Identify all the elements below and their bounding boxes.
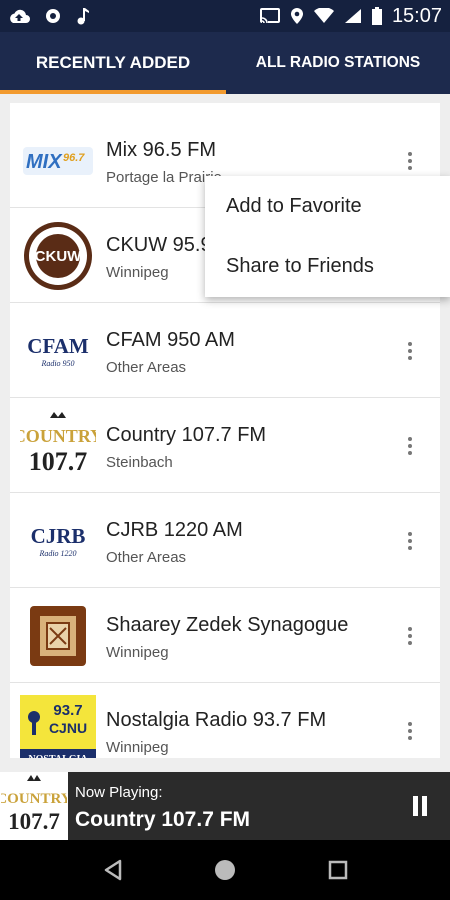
system-nav-bar xyxy=(0,840,450,900)
battery-icon xyxy=(371,7,382,25)
recents-icon[interactable] xyxy=(326,858,350,882)
station-row-cjrb[interactable]: CJRB Radio 1220 CJRB 1220 AM Other Areas xyxy=(10,493,440,588)
mix-967-logo: MIX 96.7 xyxy=(20,125,96,197)
cfam-logo: CFAM Radio 950 xyxy=(20,315,96,387)
station-location: Winnipeg xyxy=(106,739,169,756)
menu-item-share-to-friends[interactable]: Share to Friends xyxy=(205,236,450,296)
overflow-menu-icon[interactable] xyxy=(398,527,422,555)
station-row-nostalgia-937[interactable]: 93.7 CJNU NOSTALGIA Nostalgia Radio 93.7… xyxy=(10,683,440,758)
shaarey-zedek-logo xyxy=(20,600,96,672)
cjnu-logo: 93.7 CJNU NOSTALGIA xyxy=(20,695,96,758)
svg-text:Radio 950: Radio 950 xyxy=(40,359,74,368)
music-note-icon xyxy=(76,7,90,25)
cast-icon xyxy=(259,8,280,24)
overflow-menu-icon[interactable] xyxy=(398,147,422,175)
station-name: CFAM 950 AM xyxy=(106,329,235,351)
tab-recently-added[interactable]: RECENTLY ADDED xyxy=(0,32,226,94)
now-playing-label: Now Playing: xyxy=(75,784,163,801)
tab-label: RECENTLY ADDED xyxy=(35,53,191,72)
station-row-shaarey-zedek[interactable]: Shaarey Zedek Synagogue Winnipeg xyxy=(10,588,440,683)
station-row-country-1077[interactable]: COUNTRY 107.7 Country 107.7 FM Steinbach xyxy=(10,398,440,493)
station-location: Other Areas xyxy=(106,549,187,566)
overflow-menu-icon[interactable] xyxy=(398,432,422,460)
svg-text:MIX: MIX xyxy=(26,151,63,173)
station-name: Country 107.7 FM xyxy=(106,424,267,446)
active-tab-indicator xyxy=(0,90,226,94)
svg-text:COUNTRY: COUNTRY xyxy=(20,426,96,446)
station-name: Shaarey Zedek Synagogue xyxy=(106,614,349,636)
svg-text:93.7: 93.7 xyxy=(53,702,82,719)
station-location: Winnipeg xyxy=(106,644,169,661)
station-name: Mix 96.5 FM xyxy=(106,139,217,161)
country-1077-logo: COUNTRY 107.7 xyxy=(20,410,96,482)
overflow-menu-icon[interactable] xyxy=(398,337,422,365)
tab-bar: RECENTLY ADDED ALL RADIO STATIONS xyxy=(0,32,450,94)
svg-text:CKUW: CKUW xyxy=(35,248,82,265)
wifi-icon xyxy=(313,8,334,24)
status-bar: 15:07 xyxy=(0,0,450,32)
svg-text:107.7: 107.7 xyxy=(8,809,60,834)
station-location: Winnipeg xyxy=(106,264,169,281)
svg-text:107.7: 107.7 xyxy=(29,447,88,476)
now-playing-logo: COUNTRY 107.7 xyxy=(0,772,68,840)
station-name: Nostalgia Radio 93.7 FM xyxy=(106,709,327,731)
pause-icon[interactable] xyxy=(410,796,430,818)
overflow-menu-icon[interactable] xyxy=(398,622,422,650)
svg-text:CJNU: CJNU xyxy=(49,720,87,736)
station-name: CJRB 1220 AM xyxy=(106,519,243,541)
station-row-cfam[interactable]: CFAM Radio 950 CFAM 950 AM Other Areas xyxy=(10,303,440,398)
now-playing-bar[interactable]: COUNTRY 107.7 Now Playing: Country 107.7… xyxy=(0,772,450,840)
tab-label: ALL RADIO STATIONS xyxy=(255,54,421,71)
svg-text:96.7: 96.7 xyxy=(63,152,85,164)
location-icon xyxy=(290,7,304,25)
ckuw-logo: CKUW xyxy=(20,220,96,292)
station-location: Other Areas xyxy=(106,359,187,376)
clock: 15:07 xyxy=(391,4,442,27)
svg-text:CFAM: CFAM xyxy=(27,334,89,358)
station-location: Steinbach xyxy=(106,454,173,471)
svg-text:COUNTRY: COUNTRY xyxy=(1,791,67,807)
svg-text:NOSTALGIA: NOSTALGIA xyxy=(28,754,88,758)
menu-item-add-to-favorite[interactable]: Add to Favorite xyxy=(205,176,450,236)
svg-text:Radio 1220: Radio 1220 xyxy=(38,549,76,558)
context-menu: Add to Favorite Share to Friends xyxy=(205,176,450,297)
settings-icon xyxy=(44,7,62,25)
signal-icon xyxy=(344,8,362,24)
home-icon[interactable] xyxy=(213,858,237,882)
now-playing-station: Country 107.7 FM xyxy=(75,808,251,831)
back-icon[interactable] xyxy=(102,858,126,882)
cjrb-logo: CJRB Radio 1220 xyxy=(20,505,96,577)
overflow-menu-icon[interactable] xyxy=(398,717,422,745)
cloud-upload-icon xyxy=(8,8,30,24)
tab-all-radio-stations[interactable]: ALL RADIO STATIONS xyxy=(226,32,450,94)
svg-text:CJRB: CJRB xyxy=(31,524,86,548)
